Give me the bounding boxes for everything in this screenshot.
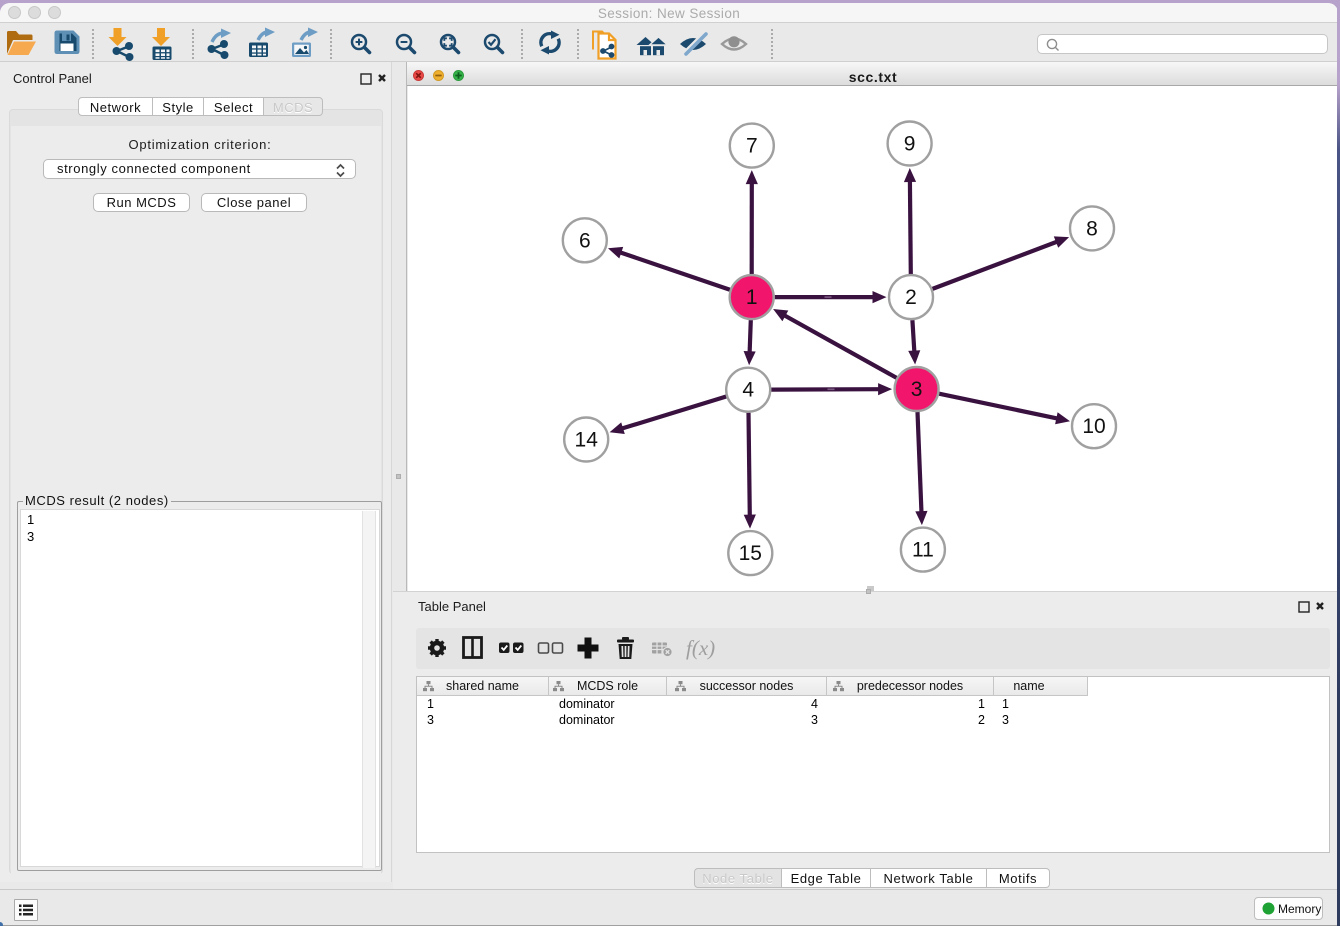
svg-text:4: 4 <box>742 379 754 402</box>
svg-text:1: 1 <box>746 286 758 309</box>
svg-text:6: 6 <box>579 229 591 252</box>
svg-text:15: 15 <box>739 542 762 565</box>
svg-text:8: 8 <box>1086 217 1098 240</box>
svg-text:14: 14 <box>575 429 599 452</box>
svg-text:2: 2 <box>905 286 917 309</box>
svg-text:11: 11 <box>912 539 934 562</box>
svg-text:f(x): f(x) <box>686 636 715 660</box>
svg-text:10: 10 <box>1082 415 1105 438</box>
svg-text:7: 7 <box>746 135 758 158</box>
svg-text:3: 3 <box>911 378 923 401</box>
svg-text:9: 9 <box>904 133 916 156</box>
